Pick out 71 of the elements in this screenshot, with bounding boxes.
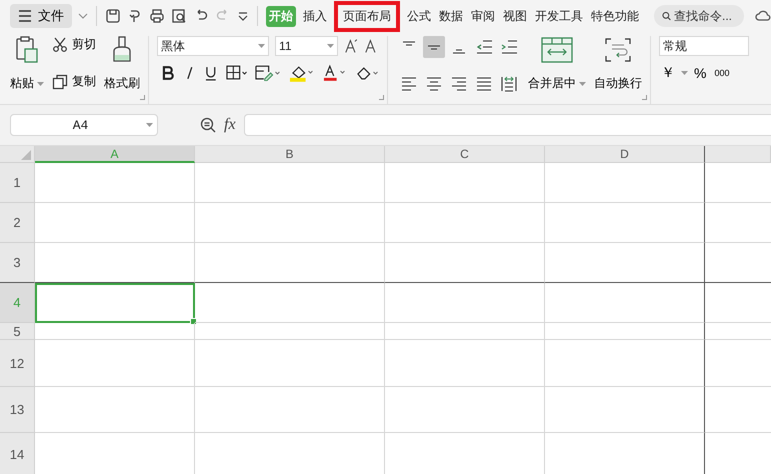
formula-input[interactable]: [244, 114, 771, 136]
menu-tab[interactable]: 数据: [438, 6, 464, 26]
increase-font-size-icon[interactable]: [344, 38, 358, 54]
caret-icon[interactable]: [681, 71, 688, 75]
sheet-cell[interactable]: [545, 243, 705, 283]
sheet-cell[interactable]: [545, 387, 705, 433]
font-name-dropdown[interactable]: 黑体: [157, 36, 270, 56]
search-field[interactable]: 查找命令...: [654, 5, 744, 27]
thousands-separator-button[interactable]: 000: [712, 68, 732, 78]
number-format-dropdown[interactable]: 常规: [659, 36, 749, 56]
cell-style-icon[interactable]: [255, 65, 281, 81]
search-icon: [662, 9, 671, 23]
sheet-cell[interactable]: [545, 203, 705, 243]
menu-tab[interactable]: 页面布局: [334, 0, 400, 32]
eraser-icon[interactable]: [356, 65, 379, 81]
menu-tab[interactable]: 开发工具: [534, 6, 584, 26]
row-header[interactable]: 13: [0, 387, 35, 433]
column-header[interactable]: C: [385, 146, 545, 163]
format-painter-button[interactable]: 格式刷: [104, 75, 140, 92]
save-icon[interactable]: [105, 8, 121, 24]
font-size-dropdown[interactable]: 11: [275, 36, 338, 56]
name-box[interactable]: A4: [10, 114, 158, 136]
align-middle-icon[interactable]: [423, 36, 445, 58]
menu-tab[interactable]: 特色功能: [590, 6, 640, 26]
file-menu-button[interactable]: 文件: [10, 4, 72, 28]
row-header[interactable]: 1: [0, 163, 35, 203]
underline-icon[interactable]: [204, 65, 218, 81]
row-header[interactable]: 14: [0, 433, 35, 474]
print-preview-icon[interactable]: [171, 8, 187, 24]
sheet-cell[interactable]: [545, 340, 705, 387]
menu-tab[interactable]: 插入: [302, 6, 328, 26]
clipboard-icon[interactable]: [15, 36, 39, 64]
sheet-cell[interactable]: [545, 323, 705, 340]
row-header[interactable]: 3: [0, 243, 35, 283]
bold-icon[interactable]: [161, 65, 175, 81]
row-header[interactable]: 12: [0, 340, 35, 387]
currency-button[interactable]: ￥: [659, 64, 677, 82]
menu-icon: [18, 10, 32, 22]
caret-icon[interactable]: [37, 82, 44, 86]
percent-button[interactable]: %: [692, 65, 708, 81]
sheet-cell[interactable]: [545, 163, 705, 203]
column-header[interactable]: B: [195, 146, 385, 163]
copy-button[interactable]: 复制: [52, 73, 96, 90]
print-icon[interactable]: [149, 8, 165, 24]
menu-tab[interactable]: 审阅: [470, 6, 496, 26]
caret-icon[interactable]: [146, 123, 153, 127]
paste-button[interactable]: 粘贴: [10, 75, 34, 92]
sheet-cell[interactable]: [545, 283, 705, 323]
merge-cells-icon[interactable]: [540, 36, 574, 64]
caret-icon[interactable]: [258, 44, 266, 48]
wrap-text-icon[interactable]: [603, 36, 633, 64]
merge-center-button[interactable]: 合并居中: [528, 75, 576, 92]
scissors-icon: [52, 36, 68, 52]
row-header[interactable]: 2: [0, 203, 35, 243]
row-header[interactable]: 5: [0, 323, 35, 340]
paintbrush-icon[interactable]: [111, 36, 133, 64]
fx-label[interactable]: fx: [224, 116, 236, 134]
zoom-icon[interactable]: [200, 117, 216, 133]
menu-tab[interactable]: 视图: [502, 6, 528, 26]
chevron-down-icon[interactable]: [78, 12, 88, 20]
caret-icon[interactable]: [326, 44, 334, 48]
wrap-text-button[interactable]: 自动换行: [594, 75, 642, 92]
cut-button[interactable]: 剪切: [52, 36, 96, 53]
copy-icon: [52, 74, 68, 90]
fill-color-icon[interactable]: [288, 64, 314, 82]
borders-icon[interactable]: [226, 65, 248, 81]
caret-icon[interactable]: [579, 82, 586, 86]
column-header[interactable]: D: [545, 146, 705, 163]
customize-dropdown-icon[interactable]: [237, 11, 249, 21]
menu-tab[interactable]: 公式: [406, 6, 432, 26]
cloud-icon[interactable]: [755, 9, 771, 23]
